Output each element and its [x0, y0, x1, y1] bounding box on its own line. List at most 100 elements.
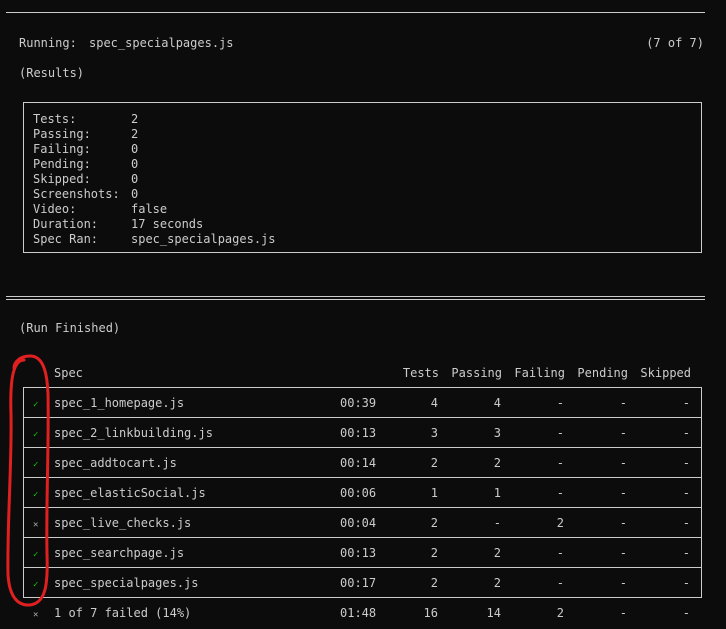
spec-duration: 00:39 — [340, 396, 377, 410]
spec-pending: - — [619, 486, 627, 500]
summary-passing: 14 — [486, 606, 501, 620]
spec-tests: 2 — [430, 456, 438, 470]
spec-failing: - — [556, 546, 564, 560]
spec-file: spec_live_checks.js — [54, 516, 192, 530]
summary-pending: - — [619, 606, 627, 620]
spec-passing: 2 — [493, 456, 501, 470]
spec-tests: 2 — [430, 576, 438, 590]
result-label: Video: — [33, 202, 77, 216]
table-row: ✓ spec_searchpage.js 00:13 2 2 - - - — [23, 538, 702, 568]
table-row: ✓ spec_specialpages.js 00:17 2 2 - - - — [23, 568, 702, 598]
spec-failing: - — [556, 576, 564, 590]
pass-check-icon: ✓ — [33, 490, 39, 500]
result-label: Screenshots: — [33, 187, 120, 201]
result-value: 0 — [131, 157, 139, 171]
result-value: 2 — [131, 127, 139, 141]
result-value: false — [131, 202, 168, 216]
header-failing: Failing — [514, 366, 565, 380]
run-progress: (7 of 7) — [646, 36, 704, 50]
spec-duration: 00:13 — [340, 546, 377, 560]
spec-pending: - — [619, 396, 627, 410]
header-spec: Spec — [54, 366, 83, 380]
pass-check-icon: ✓ — [33, 400, 39, 410]
spec-duration: 00:06 — [340, 486, 377, 500]
spec-file: spec_2_linkbuilding.js — [54, 426, 213, 440]
spec-passing: 1 — [493, 486, 501, 500]
summary-skipped: - — [682, 606, 690, 620]
section-separator — [6, 296, 705, 300]
result-label: Duration: — [33, 217, 99, 231]
result-value: 0 — [131, 187, 139, 201]
result-label: Passing: — [33, 127, 91, 141]
spec-duration: 00:13 — [340, 426, 377, 440]
spec-skipped: - — [682, 516, 690, 530]
spec-tests: 2 — [430, 546, 438, 560]
pass-check-icon: ✓ — [33, 580, 39, 590]
spec-failing: - — [556, 396, 564, 410]
spec-skipped: - — [682, 576, 690, 590]
spec-passing: - — [493, 516, 501, 530]
spec-pending: - — [619, 456, 627, 470]
spec-file: spec_addtocart.js — [54, 456, 177, 470]
pass-check-icon: ✓ — [33, 430, 39, 440]
spec-skipped: - — [682, 486, 690, 500]
spec-pending: - — [619, 426, 627, 440]
spec-passing: 3 — [493, 426, 501, 440]
spec-passing: 4 — [493, 396, 501, 410]
fail-cross-icon: ✕ — [33, 520, 39, 530]
header-skipped: Skipped — [640, 366, 691, 380]
result-label: Skipped: — [33, 172, 91, 186]
spec-duration: 00:04 — [340, 516, 377, 530]
run-finished-heading: (Run Finished) — [19, 321, 121, 335]
spec-failing: - — [556, 456, 564, 470]
fail-cross-icon: ✕ — [33, 610, 39, 620]
running-spec-name: spec_specialpages.js — [89, 36, 234, 50]
spec-failing: - — [556, 486, 564, 500]
spec-passing: 2 — [493, 546, 501, 560]
summary-failed-count: 1 of 7 failed (14%) — [54, 606, 192, 620]
summary-tests: 16 — [423, 606, 438, 620]
spec-tests: 4 — [430, 396, 438, 410]
result-label: Spec Ran: — [33, 232, 99, 246]
result-value: 17 seconds — [131, 217, 204, 231]
spec-failing: - — [556, 426, 564, 440]
spec-pending: - — [619, 546, 627, 560]
table-row: ✓ spec_addtocart.js 00:14 2 2 - - - — [23, 448, 702, 478]
top-divider — [6, 12, 705, 13]
spec-skipped: - — [682, 456, 690, 470]
header-passing: Passing — [451, 366, 502, 380]
spec-tests: 1 — [430, 486, 438, 500]
summary-failing: 2 — [556, 606, 564, 620]
table-row: ✓ spec_2_linkbuilding.js 00:13 3 3 - - - — [23, 418, 702, 448]
spec-skipped: - — [682, 396, 690, 410]
result-label: Pending: — [33, 157, 91, 171]
spec-duration: 00:14 — [340, 456, 377, 470]
result-label: Failing: — [33, 142, 91, 156]
pass-check-icon: ✓ — [33, 460, 39, 470]
summary-row: ✕ 1 of 7 failed (14%) 01:48 16 14 2 - - — [23, 598, 702, 628]
results-box: Tests: 2 Passing: 2 Failing: 0 Pending: 0 Sk… — [23, 102, 702, 253]
result-label: Tests: — [33, 112, 77, 126]
result-value: 2 — [131, 112, 139, 126]
spec-pending: - — [619, 516, 627, 530]
running-label: Running: — [19, 36, 77, 50]
spec-tests: 3 — [430, 426, 438, 440]
spec-tests: 2 — [430, 516, 438, 530]
spec-file: spec_searchpage.js — [54, 546, 185, 560]
spec-skipped: - — [682, 426, 690, 440]
table-row: ✓ spec_1_homepage.js 00:39 4 4 - - - — [23, 388, 702, 418]
spec-file: spec_1_homepage.js — [54, 396, 185, 410]
header-pending: Pending — [577, 366, 628, 380]
table-row: ✓ spec_elasticSocial.js 00:06 1 1 - - - — [23, 478, 702, 508]
result-value: 0 — [131, 172, 139, 186]
spec-skipped: - — [682, 546, 690, 560]
spec-file: spec_elasticSocial.js — [54, 486, 206, 500]
spec-failing: 2 — [556, 516, 564, 530]
header-tests: Tests — [402, 366, 439, 380]
summary-duration: 01:48 — [340, 606, 377, 620]
table-row: ✕ spec_live_checks.js 00:04 2 - 2 - - — [23, 508, 702, 538]
pass-check-icon: ✓ — [33, 550, 39, 560]
spec-file: spec_specialpages.js — [54, 576, 199, 590]
result-value: 0 — [131, 142, 139, 156]
spec-pending: - — [619, 576, 627, 590]
